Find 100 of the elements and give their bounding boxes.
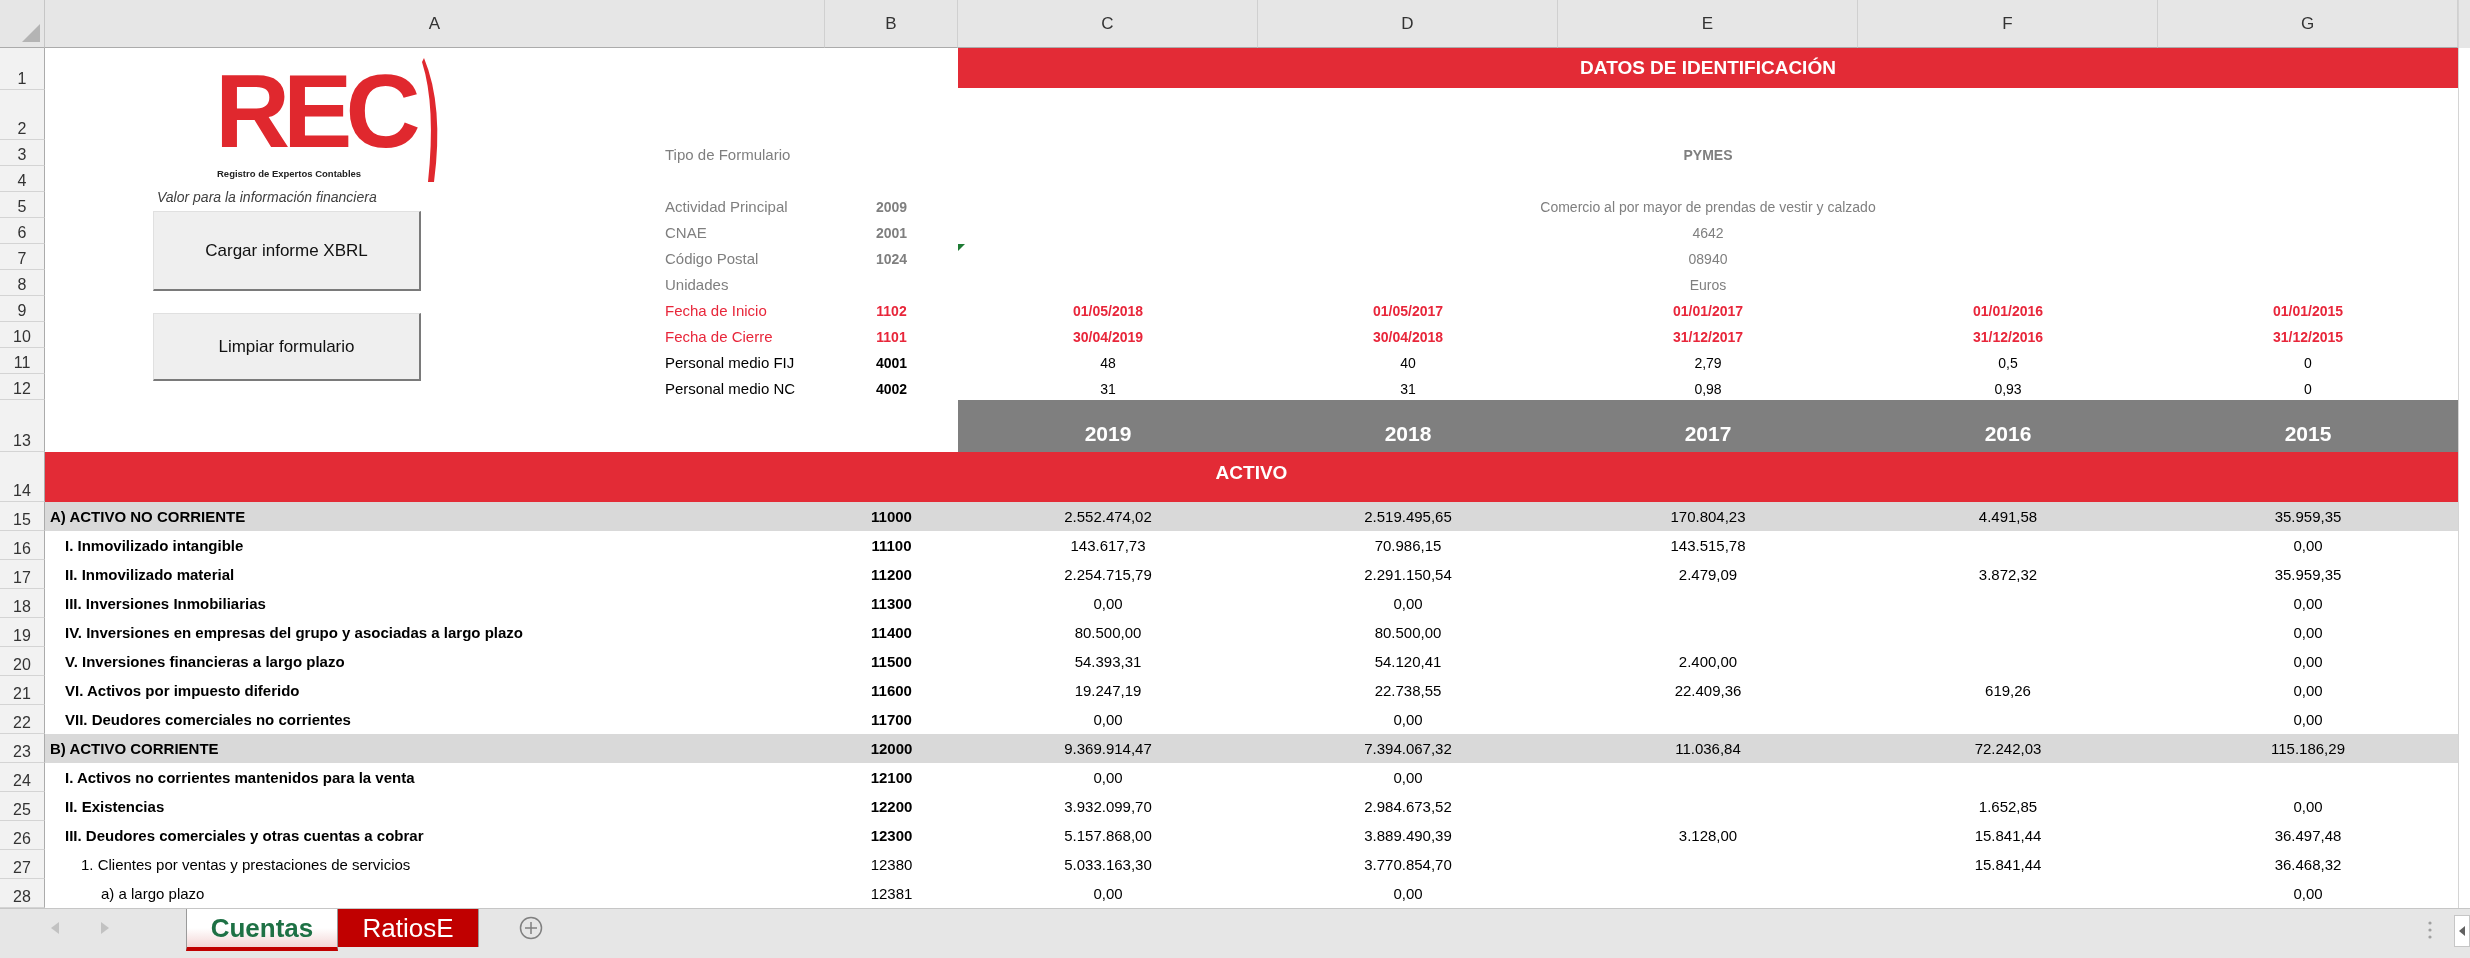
row-number[interactable]: 3	[0, 140, 45, 166]
row-number[interactable]: 2	[0, 90, 45, 140]
row-number[interactable]: 16	[0, 531, 45, 560]
table-cell-text: 31	[1099, 380, 1117, 399]
column-header[interactable]: B	[825, 0, 958, 48]
row-label: a) a largo plazo	[100, 884, 206, 904]
table-cell-text: 0,00	[2292, 710, 2324, 730]
row-number[interactable]: 25	[0, 792, 45, 821]
sheet-button[interactable]: Cargar informe XBRL	[153, 211, 421, 291]
table-cell-text: 0,00	[2292, 797, 2324, 817]
table-cell-text: 3.889.490,39	[1363, 826, 1453, 846]
table-cell-text: 3.932.099,70	[1063, 797, 1153, 817]
row-number[interactable]: 14	[0, 452, 45, 502]
table-cell-text: 15.841,44	[1973, 826, 2043, 846]
table-cell-text: 5.033.163,30	[1063, 855, 1153, 875]
field-code: 4002	[874, 380, 909, 399]
row-number[interactable]: 5	[0, 192, 45, 218]
table-cell-text: 619,26	[1984, 681, 2032, 701]
row-label: I. Activos no corrientes mantenidos para la venta	[64, 768, 416, 788]
account-code: 11700	[870, 710, 913, 730]
table-cell-text: 2.400,00	[1677, 652, 1739, 672]
field-label: Personal medio NC	[664, 379, 797, 399]
row-number[interactable]: 11	[0, 348, 45, 374]
row-label: II. Existencias	[64, 797, 166, 817]
field-label: Fecha de Inicio	[664, 301, 768, 321]
row-label: VI. Activos por impuesto diferido	[64, 681, 301, 701]
account-code: 11000	[870, 507, 913, 527]
row-number[interactable]: 18	[0, 589, 45, 618]
table-cell-text: 5.157.868,00	[1063, 826, 1153, 846]
arrow-left-icon	[2459, 926, 2465, 936]
row-number[interactable]: 28	[0, 879, 45, 908]
table-cell-text: 31/12/2017	[1671, 328, 1745, 347]
row-number[interactable]: 23	[0, 734, 45, 763]
table-cell-text: 2.984.673,52	[1363, 797, 1453, 817]
row-number[interactable]: 7	[0, 244, 45, 270]
table-cell-text: 01/05/2017	[1371, 302, 1445, 321]
row-number[interactable]: 20	[0, 647, 45, 676]
row-number[interactable]: 22	[0, 705, 45, 734]
table-cell-text: 0,00	[1092, 768, 1124, 788]
row-number[interactable]: 9	[0, 296, 45, 322]
table-cell-text: 80.500,00	[1373, 623, 1443, 643]
field-label: Actividad Principal	[664, 197, 789, 217]
row-number[interactable]: 8	[0, 270, 45, 296]
row-label: I. Inmovilizado intangible	[64, 536, 245, 556]
row-label: IV. Inversiones en empresas del grupo y asociadas a largo plazo	[64, 623, 524, 643]
column-header[interactable]: C	[958, 0, 1258, 48]
row-number[interactable]: 19	[0, 618, 45, 647]
row-label: II. Inmovilizado material	[64, 565, 236, 585]
table-cell-text: 143.617,73	[1069, 536, 1147, 556]
field-label: Fecha de Cierre	[664, 327, 774, 347]
table-cell-text: 0,00	[1392, 884, 1424, 904]
field-code: 1101	[875, 328, 908, 347]
row-number[interactable]: 4	[0, 166, 45, 192]
table-cell-text: 0,00	[2292, 681, 2324, 701]
logo-tagline: Valor para la información financiera	[157, 189, 377, 205]
row-number[interactable]: 15	[0, 502, 45, 531]
field-value: 4642	[1691, 224, 1725, 243]
row-number[interactable]: 1	[0, 48, 45, 90]
row-number[interactable]: 17	[0, 560, 45, 589]
table-cell-text: 7.394.067,32	[1363, 739, 1453, 759]
field-value: Euros	[1688, 276, 1728, 295]
row-number[interactable]: 13	[0, 400, 45, 452]
row-label: VII. Deudores comerciales no corrientes	[64, 710, 352, 730]
row-number[interactable]: 12	[0, 374, 45, 400]
column-header[interactable]: F	[1858, 0, 2158, 48]
row-number[interactable]: 10	[0, 322, 45, 348]
year-label: 2019	[1083, 421, 1133, 447]
table-cell-text: 01/01/2016	[1971, 302, 2045, 321]
account-code: 11300	[870, 594, 913, 614]
scroll-left-button[interactable]	[2454, 915, 2470, 947]
table-cell-text: 40	[1399, 354, 1417, 373]
table-cell-text: 31	[1399, 380, 1417, 399]
table-cell-text: 36.468,32	[2273, 855, 2343, 875]
next-sheet-icon	[100, 921, 110, 935]
sheet-tab[interactable]: RatiosE	[338, 909, 479, 947]
table-cell-text: 80.500,00	[1073, 623, 1143, 643]
row-number[interactable]: 27	[0, 850, 45, 879]
account-code: 12300	[869, 826, 914, 846]
row-label: III. Deudores comerciales y otras cuentas a cobrar	[64, 826, 425, 846]
table-cell-text: 01/05/2018	[1071, 302, 1145, 321]
table-cell-text: 35.959,35	[2273, 507, 2343, 527]
row-number[interactable]: 6	[0, 218, 45, 244]
column-header[interactable]: A	[45, 0, 825, 48]
table-cell-text: 0,00	[1392, 768, 1424, 788]
row-number[interactable]: 24	[0, 763, 45, 792]
sheet-button[interactable]: Limpiar formulario	[153, 313, 421, 381]
table-cell-text: 0,00	[2292, 884, 2324, 904]
table-cell-text: 70.986,15	[1373, 536, 1443, 556]
field-label: Unidades	[664, 275, 730, 295]
column-header[interactable]: G	[2158, 0, 2458, 48]
table-cell-text: 31/12/2016	[1971, 328, 2045, 347]
column-header[interactable]: D	[1258, 0, 1558, 48]
field-label: Tipo de Formulario	[664, 145, 792, 165]
row-number[interactable]: 21	[0, 676, 45, 705]
row-number[interactable]: 26	[0, 821, 45, 850]
sheet-tab[interactable]: Cuentas	[186, 909, 338, 951]
column-header[interactable]: E	[1558, 0, 1858, 48]
account-code: 11400	[870, 623, 913, 643]
field-code: 4001	[874, 354, 909, 373]
account-code: 11200	[870, 565, 913, 585]
